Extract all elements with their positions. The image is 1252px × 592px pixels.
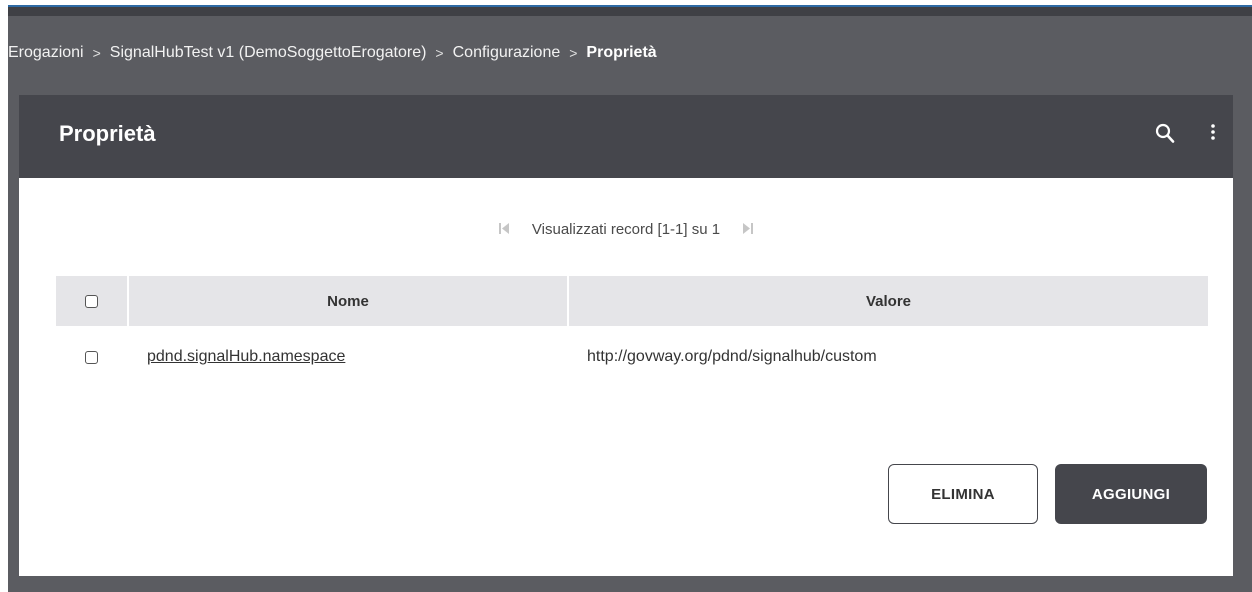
row-nome-link[interactable]: pdnd.signalHub.namespace (147, 348, 345, 365)
row-nome-cell: pdnd.signalHub.namespace (127, 348, 567, 366)
delete-button[interactable]: ELIMINA (888, 464, 1038, 524)
top-bar-strip (0, 5, 1252, 16)
table-header: Nome Valore (56, 276, 1208, 326)
table-row: pdnd.signalHub.namespace http://govway.o… (56, 326, 1208, 388)
column-header-nome[interactable]: Nome (129, 276, 569, 326)
panel-header: Proprietà (19, 95, 1233, 178)
breadcrumb-separator: > (569, 45, 578, 61)
column-header-valore[interactable]: Valore (569, 276, 1208, 326)
pager-text: Visualizzati record [1-1] su 1 (531, 221, 721, 238)
breadcrumb: Erogazioni > SignalHubTest v1 (DemoSogge… (8, 40, 657, 66)
add-button[interactable]: AGGIUNGI (1055, 464, 1207, 524)
breadcrumb-separator: > (92, 45, 101, 61)
breadcrumb-item-service[interactable]: SignalHubTest v1 (DemoSoggettoErogatore) (110, 44, 427, 62)
last-page-icon[interactable] (742, 222, 754, 238)
first-page-icon[interactable] (498, 222, 510, 238)
more-vert-icon[interactable] (1209, 121, 1217, 145)
select-all-cell (56, 276, 129, 326)
row-valore-cell: http://govway.org/pdnd/signalhub/custom (587, 348, 877, 365)
row-checkbox[interactable] (85, 350, 98, 364)
breadcrumb-current: Proprietà (586, 44, 657, 61)
breadcrumb-separator: > (435, 45, 444, 61)
breadcrumb-item-configurazione[interactable]: Configurazione (453, 44, 561, 62)
select-all-checkbox[interactable] (85, 294, 98, 308)
breadcrumb-item-erogazioni[interactable]: Erogazioni (8, 44, 84, 62)
page-title: Proprietà (59, 121, 156, 146)
row-check-cell (56, 350, 127, 364)
pager: Visualizzati record [1-1] su 1 (19, 221, 1233, 238)
left-edge (0, 0, 8, 592)
panel-body: Visualizzati record [1-1] su 1 Nome Valo… (19, 178, 1233, 576)
properties-table: Nome Valore pdnd.signalHub.namespace htt… (56, 276, 1208, 388)
search-icon[interactable] (1155, 123, 1175, 145)
